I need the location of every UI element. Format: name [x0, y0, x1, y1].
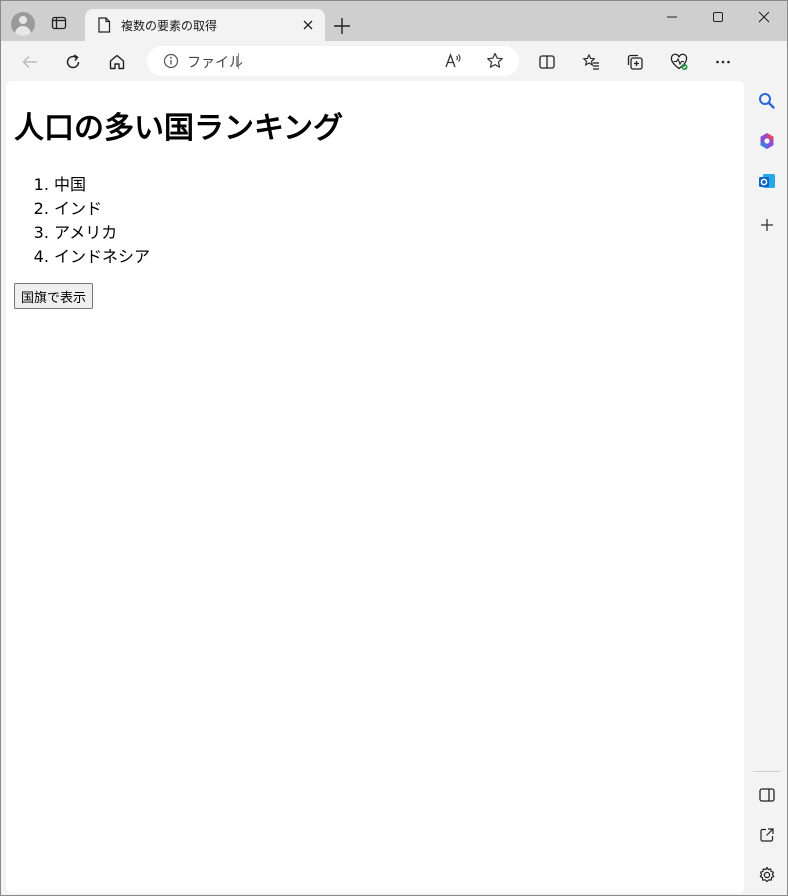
add-icon[interactable]: [755, 213, 779, 237]
tab-actions-icon[interactable]: [51, 15, 73, 35]
ranking-item: インドネシア: [54, 245, 150, 269]
open-external-icon[interactable]: [755, 823, 779, 847]
close-window-icon[interactable]: [741, 1, 787, 33]
hide-sidebar-icon[interactable]: [755, 783, 779, 807]
settings-icon[interactable]: [755, 863, 779, 887]
toolbar: ファイル: [1, 41, 787, 81]
more-icon[interactable]: [710, 49, 736, 75]
tab-title: 複数の要素の取得: [121, 19, 218, 33]
document-icon: [97, 17, 111, 37]
edge-sidebar: [747, 41, 787, 895]
maximize-icon[interactable]: [695, 1, 741, 33]
browser-essentials-icon[interactable]: [666, 49, 692, 75]
office-icon[interactable]: [755, 129, 779, 153]
ranking-item: インド: [54, 197, 150, 221]
address-separator: [238, 53, 239, 69]
tab-strip: 複数の要素の取得: [1, 1, 787, 41]
ranking-item: アメリカ: [54, 221, 150, 245]
outlook-icon[interactable]: [755, 169, 779, 193]
profile-avatar[interactable]: [11, 12, 35, 36]
show-flags-button[interactable]: 国旗で表示: [14, 283, 94, 309]
favorites-icon[interactable]: [578, 49, 604, 75]
ranking-item: 中国: [54, 173, 150, 197]
collections-icon[interactable]: [622, 49, 648, 75]
tab-active[interactable]: 複数の要素の取得: [85, 9, 325, 41]
address-scheme-label: ファイル: [187, 55, 243, 71]
info-icon[interactable]: [163, 53, 179, 73]
url-input[interactable]: [245, 52, 435, 70]
page-content: 人口の多い国ランキング 中国 インド アメリカ インドネシア 国旗で表示: [6, 81, 744, 893]
refresh-icon[interactable]: [60, 49, 86, 75]
favorite-star-icon[interactable]: [485, 51, 507, 71]
read-aloud-icon[interactable]: [443, 51, 465, 71]
split-screen-icon[interactable]: [534, 49, 560, 75]
sidebar-divider: [753, 771, 781, 772]
home-icon[interactable]: [104, 49, 130, 75]
tab-close-icon[interactable]: [299, 16, 317, 34]
new-tab-icon[interactable]: [331, 15, 353, 37]
back-icon[interactable]: [17, 49, 43, 75]
address-bar[interactable]: ファイル: [147, 46, 519, 76]
page-heading: 人口の多い国ランキング: [14, 111, 344, 146]
search-icon[interactable]: [755, 89, 779, 113]
ranking-list: 中国 インド アメリカ インドネシア: [54, 173, 150, 269]
minimize-icon[interactable]: [649, 1, 695, 33]
browser-window: 複数の要素の取得 ファイル 人口の多い国ランキング 1. 中国 2. インド 3…: [0, 0, 788, 896]
